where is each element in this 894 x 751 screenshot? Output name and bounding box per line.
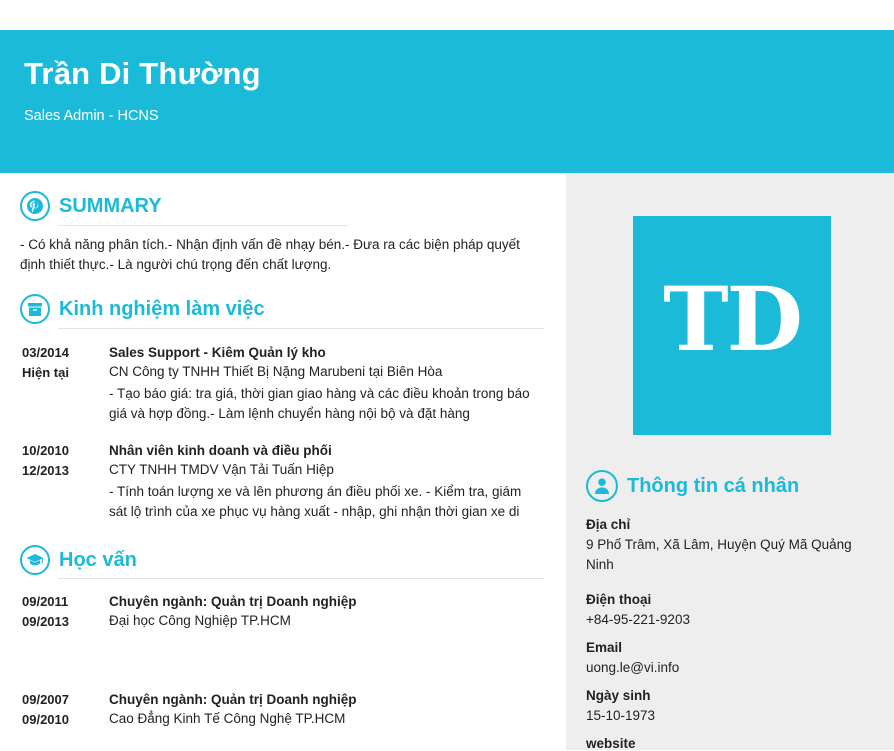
candidate-role: Sales Admin - HCNS — [24, 108, 159, 124]
archive-box-icon — [20, 294, 50, 324]
experience-company: CTY TNHH TMDV Vận Tải Tuấn Hiệp — [109, 462, 334, 477]
candidate-name: Trần Di Thường — [24, 56, 261, 91]
experience-date-from: 03/2014 — [22, 345, 69, 360]
education-major: Chuyên ngành: Quản trị Doanh nghiệp — [109, 594, 357, 609]
personal-title: Thông tin cá nhân — [627, 474, 800, 497]
website-label: website — [586, 736, 636, 751]
phone-value: +84-95-221-9203 — [586, 612, 690, 627]
pinterest-icon — [20, 191, 50, 221]
experience-date-to: Hiện tại — [22, 365, 69, 380]
experience-date-from: 10/2010 — [22, 443, 69, 458]
education-date-from: 09/2011 — [22, 594, 69, 609]
summary-title: SUMMARY — [59, 194, 162, 217]
user-icon — [586, 470, 618, 502]
graduation-cap-icon — [20, 545, 50, 575]
education-major: Chuyên ngành: Quản trị Doanh nghiệp — [109, 692, 357, 707]
experience-description: - Tính toán lượng xe và lên phương án đi… — [109, 484, 522, 519]
summary-section-header: SUMMARY — [20, 191, 162, 221]
experience-description: - Tạo báo giá: tra giá, thời gian giao h… — [109, 386, 530, 421]
address-value: 9 Phố Trâm, Xã Lâm, Huyện Quý Mã Quảng N… — [586, 537, 852, 572]
experience-divider — [58, 328, 544, 329]
education-date-to: 09/2013 — [22, 614, 69, 629]
address-label: Địa chỉ — [586, 517, 631, 532]
birthday-value: 15-10-1973 — [586, 708, 656, 723]
education-divider — [58, 578, 544, 579]
experience-date-to: 12/2013 — [22, 463, 69, 478]
avatar-monogram: TD — [633, 216, 831, 435]
experience-position: Nhân viên kinh doanh và điều phối — [109, 443, 332, 458]
header-banner: Trần Di Thường Sales Admin - HCNS — [0, 30, 894, 173]
education-date-to: 09/2010 — [22, 712, 69, 727]
education-school: Cao Đẳng Kinh Tế Công Nghệ TP.HCM — [109, 711, 346, 726]
experience-title: Kinh nghiệm làm việc — [59, 297, 265, 320]
personal-section-header: Thông tin cá nhân — [586, 470, 799, 502]
monogram-initials: TD — [663, 266, 803, 371]
education-school: Đại học Công Nghiệp TP.HCM — [109, 613, 291, 628]
email-label: Email — [586, 640, 623, 655]
experience-position: Sales Support - Kiêm Quản lý kho — [109, 345, 326, 360]
experience-section-header: Kinh nghiệm làm việc — [20, 294, 265, 324]
education-section-header: Học vấn — [20, 545, 137, 575]
phone-label: Điện thoại — [586, 592, 652, 607]
education-date-from: 09/2007 — [22, 692, 69, 707]
summary-divider — [58, 225, 348, 226]
experience-company: CN Công ty TNHH Thiết Bị Nặng Marubeni t… — [109, 364, 443, 379]
birthday-label: Ngày sinh — [586, 688, 651, 703]
summary-text: - Có khả năng phân tích.- Nhận định vấn … — [20, 237, 520, 272]
education-title: Học vấn — [59, 548, 137, 571]
sidebar: TD Thông tin cá nhân Địa chỉ 9 Phố Trâm,… — [566, 173, 894, 751]
email-value: uong.le@vi.info — [586, 660, 680, 675]
